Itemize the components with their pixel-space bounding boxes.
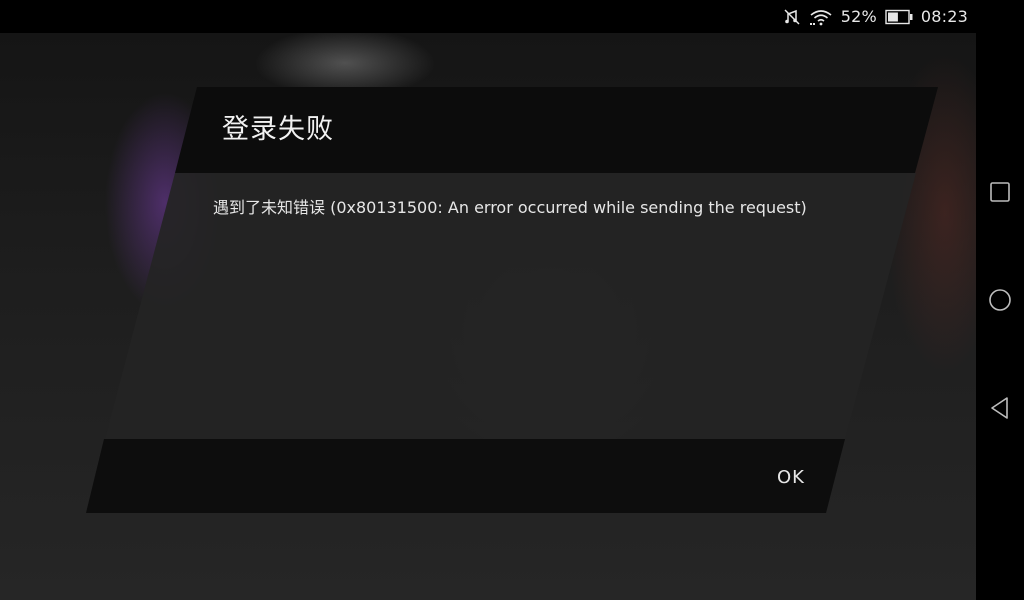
clock: 08:23 [920, 7, 968, 26]
dialog-footer [86, 439, 845, 513]
battery-percent: 52% [840, 7, 877, 26]
battery-icon [885, 9, 913, 25]
square-icon [989, 181, 1011, 203]
recent-apps-button[interactable] [987, 179, 1013, 205]
status-bar: 52% 08:23 [0, 0, 976, 33]
wifi-icon [809, 8, 833, 26]
mute-icon [783, 8, 801, 26]
circle-icon [988, 288, 1012, 312]
screen: 52% 08:23 登录失败 遇到了未知错误 (0x80131500: An e… [0, 0, 1024, 600]
navigation-bar [976, 0, 1024, 600]
status-icons: 52% 08:23 [783, 0, 968, 33]
home-button[interactable] [987, 287, 1013, 313]
dialog-title: 登录失败 [222, 114, 334, 145]
back-button[interactable] [987, 395, 1013, 421]
back-triangle-icon [989, 396, 1011, 420]
ok-button[interactable]: OK [766, 462, 816, 492]
dialog-message: 遇到了未知错误 (0x80131500: An error occurred w… [213, 198, 807, 217]
